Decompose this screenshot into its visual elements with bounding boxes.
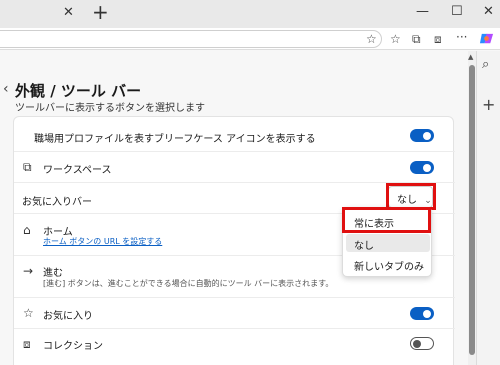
collections-row-icon: ⧈: [23, 337, 31, 351]
menu-item-new-tab-only[interactable]: 新しいタブのみ: [346, 255, 430, 273]
home-url-link[interactable]: ホーム ボタンの URL を設定する: [43, 236, 162, 247]
favorites-star-icon: ☆: [23, 306, 34, 320]
favorites-icon[interactable]: ☆: [390, 30, 401, 48]
add-icon[interactable]: +: [482, 95, 495, 114]
work-profile-toggle[interactable]: [410, 129, 434, 142]
tab-close-icon[interactable]: ✕: [63, 5, 74, 20]
favorites-toggle[interactable]: [410, 307, 434, 320]
collections-icon[interactable]: ⧈: [434, 30, 442, 48]
extensions-icon[interactable]: ⧉: [412, 30, 421, 48]
scroll-up-icon[interactable]: ▲: [468, 53, 473, 61]
search-icon[interactable]: ⌕: [482, 57, 489, 72]
home-icon: ⌂: [23, 223, 31, 237]
side-pane: ⌕ +: [476, 51, 500, 365]
collections-toggle[interactable]: [410, 337, 434, 350]
workspace-icon: ⧉: [23, 160, 32, 174]
favorites-label: お気に入り: [43, 311, 93, 322]
tab-bar: ✕ + — ☐ ✕: [0, 0, 500, 28]
more-icon[interactable]: ···: [456, 28, 467, 46]
scrollbar[interactable]: ▲: [468, 51, 476, 365]
scroll-thumb[interactable]: [469, 65, 475, 355]
close-window-icon[interactable]: ✕: [483, 4, 494, 19]
collections-label: コレクション: [43, 341, 103, 352]
favorites-bar-label: お気に入りバー: [22, 197, 92, 208]
browser-toolbar: ☆ ☆ ⧉ ⧈ ···: [0, 28, 500, 50]
forward-description: [進む] ボタンは、進むことができる場合に自動的にツール バーに表示されます。: [43, 279, 334, 288]
menu-item-none[interactable]: なし: [346, 234, 430, 252]
page-subtitle: ツールバーに表示するボタンを選択します: [15, 103, 205, 114]
minimize-icon[interactable]: —: [416, 4, 429, 19]
page-title: 外観 / ツール バー: [15, 82, 142, 100]
divider: [14, 297, 455, 298]
star-icon[interactable]: ☆: [366, 30, 377, 48]
divider: [14, 151, 455, 152]
divider: [14, 328, 455, 329]
copilot-icon[interactable]: [479, 31, 494, 46]
forward-label: 進む: [43, 268, 63, 279]
address-bar[interactable]: [0, 30, 382, 48]
new-tab-icon[interactable]: +: [92, 1, 109, 23]
workspaces-label: ワークスペース: [43, 165, 112, 176]
back-icon[interactable]: ‹: [3, 81, 9, 97]
workspaces-toggle[interactable]: [410, 161, 434, 174]
highlight-dropdown-box: [386, 183, 436, 210]
maximize-icon[interactable]: ☐: [451, 4, 463, 19]
work-profile-label: 職場用プロファイルを表すブリーフケース アイコンを表示する: [34, 134, 316, 145]
highlight-always-show-box: [342, 207, 431, 233]
forward-arrow-icon: →: [23, 264, 34, 278]
